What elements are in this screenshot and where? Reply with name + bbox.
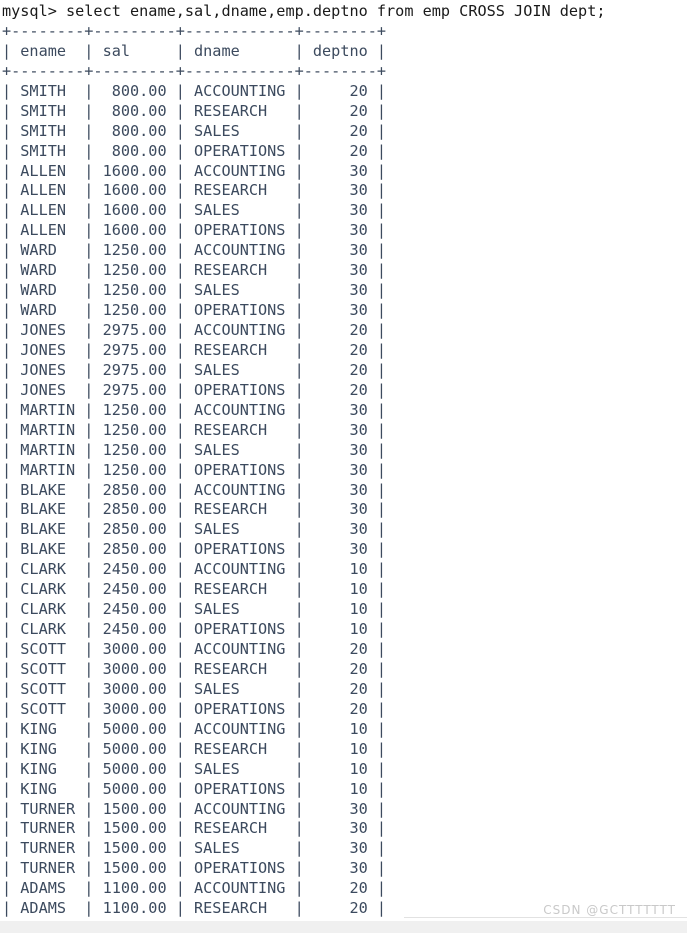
table-row: | ALLEN | 1600.00 | ACCOUNTING | 30 | bbox=[2, 161, 387, 180]
table-row: | CLARK | 2450.00 | ACCOUNTING | 10 | bbox=[2, 560, 387, 579]
watermark-rule bbox=[404, 917, 687, 918]
table-row: | CLARK | 2450.00 | SALES | 10 | bbox=[2, 600, 387, 619]
table-row: | JONES | 2975.00 | OPERATIONS | 20 | bbox=[2, 380, 387, 399]
table-row: | WARD | 1250.00 | SALES | 30 | bbox=[2, 281, 387, 300]
table-row: | KING | 5000.00 | RESEARCH | 10 | bbox=[2, 739, 387, 758]
table-row: | ALLEN | 1600.00 | SALES | 30 | bbox=[2, 201, 387, 220]
table-row: | MARTIN | 1250.00 | ACCOUNTING | 30 | bbox=[2, 400, 387, 419]
table-rule: +--------+---------+------------+-------… bbox=[2, 61, 387, 80]
table-row: | BLAKE | 2850.00 | SALES | 30 | bbox=[2, 520, 387, 539]
table-row: | SCOTT | 3000.00 | ACCOUNTING | 20 | bbox=[2, 640, 387, 658]
table-row: | JONES | 2975.00 | RESEARCH | 20 | bbox=[2, 340, 387, 359]
table-row: | TURNER | 1500.00 | OPERATIONS | 30 | bbox=[2, 859, 387, 878]
table-row: | MARTIN | 1250.00 | RESEARCH | 30 | bbox=[2, 420, 387, 439]
bottom-strip bbox=[0, 921, 687, 933]
table-row: | SMITH | 800.00 | ACCOUNTING | 20 | bbox=[2, 81, 387, 100]
table-row: | CLARK | 2450.00 | OPERATIONS | 10 | bbox=[2, 620, 387, 639]
table-row: | TURNER | 1500.00 | SALES | 30 | bbox=[2, 839, 387, 858]
table-row: | KING | 5000.00 | ACCOUNTING | 10 | bbox=[2, 719, 387, 738]
table-row: | SMITH | 800.00 | SALES | 20 | bbox=[2, 121, 387, 140]
table-row: | MARTIN | 1250.00 | OPERATIONS | 30 | bbox=[2, 460, 387, 479]
table-row: | SMITH | 800.00 | RESEARCH | 20 | bbox=[2, 101, 387, 120]
table-row: | KING | 5000.00 | OPERATIONS | 10 | bbox=[2, 779, 387, 798]
watermark-label: CSDN @GCTTTTTTT bbox=[543, 903, 676, 917]
table-row: | SMITH | 800.00 | OPERATIONS | 20 | bbox=[2, 141, 387, 160]
table-row: | WARD | 1250.00 | ACCOUNTING | 30 | bbox=[2, 241, 387, 260]
table-row: | TURNER | 1500.00 | ACCOUNTING | 30 | bbox=[2, 799, 387, 818]
table-rule: +--------+---------+------------+-------… bbox=[2, 21, 387, 40]
table-row: | BLAKE | 2850.00 | ACCOUNTING | 30 | bbox=[2, 480, 387, 499]
table-row: | ALLEN | 1600.00 | RESEARCH | 30 | bbox=[2, 181, 387, 200]
table-row: | WARD | 1250.00 | RESEARCH | 30 | bbox=[2, 261, 387, 280]
table-header-row: | ename | sal | dname | deptno | bbox=[2, 41, 387, 60]
table-row: | SCOTT | 3000.00 | RESEARCH | 20 | bbox=[2, 659, 387, 678]
table-row: | MARTIN | 1250.00 | SALES | 30 | bbox=[2, 440, 387, 459]
table-row: | BLAKE | 2850.00 | OPERATIONS | 30 | bbox=[2, 540, 387, 559]
table-row: | TURNER | 1500.00 | RESEARCH | 30 | bbox=[2, 819, 387, 838]
table-row: | CLARK | 2450.00 | RESEARCH | 10 | bbox=[2, 580, 387, 599]
table-row: | BLAKE | 2850.00 | RESEARCH | 30 | bbox=[2, 500, 387, 519]
console-output: mysql> select ename,sal,dname,emp.deptno… bbox=[0, 0, 687, 921]
table-row: | SCOTT | 3000.00 | OPERATIONS | 20 | bbox=[2, 699, 387, 718]
table-row: | JONES | 2975.00 | SALES | 20 | bbox=[2, 360, 387, 379]
table-row: | KING | 5000.00 | SALES | 10 | bbox=[2, 759, 387, 778]
table-row: | WARD | 1250.00 | OPERATIONS | 30 | bbox=[2, 301, 387, 320]
table-row: | JONES | 2975.00 | ACCOUNTING | 20 | bbox=[2, 321, 387, 339]
table-row: | SCOTT | 3000.00 | SALES | 20 | bbox=[2, 679, 387, 698]
table-row: | ALLEN | 1600.00 | OPERATIONS | 30 | bbox=[2, 221, 387, 240]
table-row: | ADAMS | 1100.00 | ACCOUNTING | 20 | bbox=[2, 879, 387, 898]
command-line: mysql> select ename,sal,dname,emp.deptno… bbox=[2, 2, 606, 20]
terminal-window[interactable]: mysql> select ename,sal,dname,emp.deptno… bbox=[0, 0, 687, 921]
